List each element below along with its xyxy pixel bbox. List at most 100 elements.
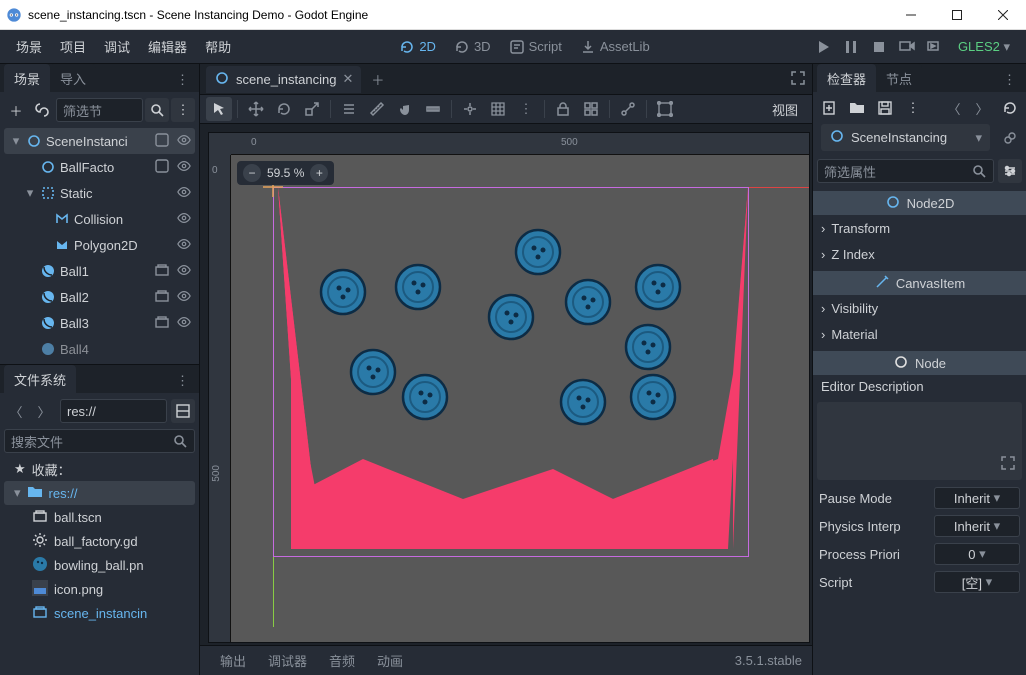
fs-split-button[interactable] [171,399,195,423]
play-scene-button[interactable] [894,34,920,60]
insp-back-button[interactable]: 〈 [942,96,966,120]
tab-scene[interactable]: 场景 [4,64,50,92]
insp-fold-transform[interactable]: ›Transform [813,215,1026,241]
move-tool-button[interactable] [243,97,269,121]
insp-fold-material[interactable]: ›Material [813,321,1026,347]
script-indicator-icon[interactable] [153,132,171,151]
zoom-in-button[interactable]: + [310,164,328,182]
zoom-out-button[interactable]: − [243,164,261,182]
tree-node[interactable]: Ball3 [4,310,195,336]
snap-options-button[interactable]: ⋮ [513,97,539,121]
add-scene-tab-button[interactable]: ＋ [367,66,388,93]
ruler-tool-button[interactable] [364,97,390,121]
fs-favorites[interactable]: ★ 收藏： [4,457,195,481]
fs-file[interactable]: scene_instancin [4,601,195,625]
pan-tool-button[interactable] [392,97,418,121]
close-tab-icon[interactable]: ✕ [342,71,353,87]
menu-debug[interactable]: 调试 [96,33,138,60]
tree-node[interactable]: ▾ Static [4,180,195,206]
viewport[interactable]: 0 500 0 500 [208,132,810,643]
scene-filter-input[interactable]: 筛选节 [56,98,143,122]
instance-indicator-icon[interactable] [153,314,171,333]
expand-icon[interactable] [1000,455,1016,474]
tree-node[interactable]: Polygon2D [4,232,195,258]
visibility-icon[interactable] [175,211,193,228]
add-node-button[interactable]: ＋ [4,98,28,122]
rotate-tool-button[interactable] [271,97,297,121]
renderer-selector[interactable]: GLES2 ▾ [950,39,1018,55]
scene-tab[interactable]: scene_instancing ✕ [206,66,361,93]
visibility-icon[interactable] [175,159,193,176]
workspace-assetlib-button[interactable]: AssetLib [572,35,658,59]
fs-forward-button[interactable]: 〉 [32,399,56,423]
menu-editor[interactable]: 编辑器 [140,33,195,60]
tree-node[interactable]: Ball4 [4,336,195,362]
bottom-tab-output[interactable]: 输出 [210,647,256,674]
zoom-value[interactable]: 59.5 % [267,166,304,180]
insp-fold-zindex[interactable]: ›Z Index [813,241,1026,267]
tab-inspector[interactable]: 检查器 [817,64,876,92]
bone-button[interactable] [615,97,641,121]
tab-filesystem[interactable]: 文件系统 [4,365,76,393]
instance-scene-button[interactable] [30,98,54,122]
visibility-icon[interactable] [175,263,193,280]
insp-open-button[interactable] [845,96,869,120]
tree-node[interactable]: BallFacto [4,154,195,180]
inspector-filter-input[interactable]: 筛选属性 [817,159,994,183]
scale-tool-button[interactable] [299,97,325,121]
tree-node[interactable]: Ball2 [4,284,195,310]
visibility-icon[interactable] [175,133,193,150]
window-minimize-button[interactable] [888,0,934,30]
snap-grid-button[interactable] [485,97,511,121]
fs-file[interactable]: icon.png [4,577,195,601]
pause-button[interactable] [838,34,864,60]
insp-editor-desc-box[interactable] [817,402,1022,480]
play-button[interactable] [810,34,836,60]
insp-prop-value[interactable]: [空] ▾ [934,571,1020,593]
visibility-icon[interactable] [175,315,193,332]
insp-class-node2d[interactable]: Node2D [813,191,1026,215]
fs-root[interactable]: ▾ res:// [4,481,195,505]
tab-node[interactable]: 节点 [876,64,922,92]
insp-class-canvasitem[interactable]: CanvasItem [813,271,1026,295]
ruler2-tool-button[interactable] [420,97,446,121]
menu-help[interactable]: 帮助 [197,33,239,60]
tree-node[interactable]: Ball1 [4,258,195,284]
scene-more-button[interactable]: ⋮ [171,98,195,122]
instance-indicator-icon[interactable] [153,262,171,281]
insp-fold-visibility[interactable]: ›Visibility [813,295,1026,321]
visibility-icon[interactable] [175,237,193,254]
distraction-free-button[interactable] [790,70,806,89]
tree-node[interactable]: Collision [4,206,195,232]
script-indicator-icon[interactable] [153,158,171,177]
group-button[interactable] [578,97,604,121]
tab-import[interactable]: 导入 [50,64,96,92]
snap-pivot-button[interactable] [457,97,483,121]
insp-prop-value[interactable]: Inherit ▾ [934,487,1020,509]
insp-history-button[interactable] [998,96,1022,120]
canvas-area[interactable]: − 59.5 % + [231,155,809,642]
fs-file[interactable]: ball_factory.gd [4,529,195,553]
workspace-2d-button[interactable]: 2D [391,35,444,59]
insp-save-button[interactable] [873,96,897,120]
select-tool-button[interactable] [206,97,232,121]
play-custom-button[interactable] [922,34,948,60]
insp-new-button[interactable] [817,96,841,120]
lock-button[interactable] [550,97,576,121]
bottom-tab-debugger[interactable]: 调试器 [258,647,317,674]
fs-path-input[interactable]: res:// [60,399,167,423]
visibility-icon[interactable] [175,289,193,306]
insp-prop-value[interactable]: Inherit ▾ [934,515,1020,537]
insp-prop-value[interactable]: 0 ▾ [934,543,1020,565]
window-close-button[interactable] [980,0,1026,30]
bottom-tab-animation[interactable]: 动画 [367,647,413,674]
dock-options-icon[interactable]: ⋮ [170,68,195,92]
bottom-tab-audio[interactable]: 音频 [319,647,365,674]
expand-toggle-icon[interactable]: ▾ [10,133,22,149]
inspector-tools-button[interactable] [998,159,1022,183]
fs-file[interactable]: ball.tscn [4,505,195,529]
scene-search-button[interactable] [145,98,169,122]
menu-project[interactable]: 项目 [52,33,94,60]
window-maximize-button[interactable] [934,0,980,30]
insp-forward-button[interactable]: 〉 [970,96,994,120]
